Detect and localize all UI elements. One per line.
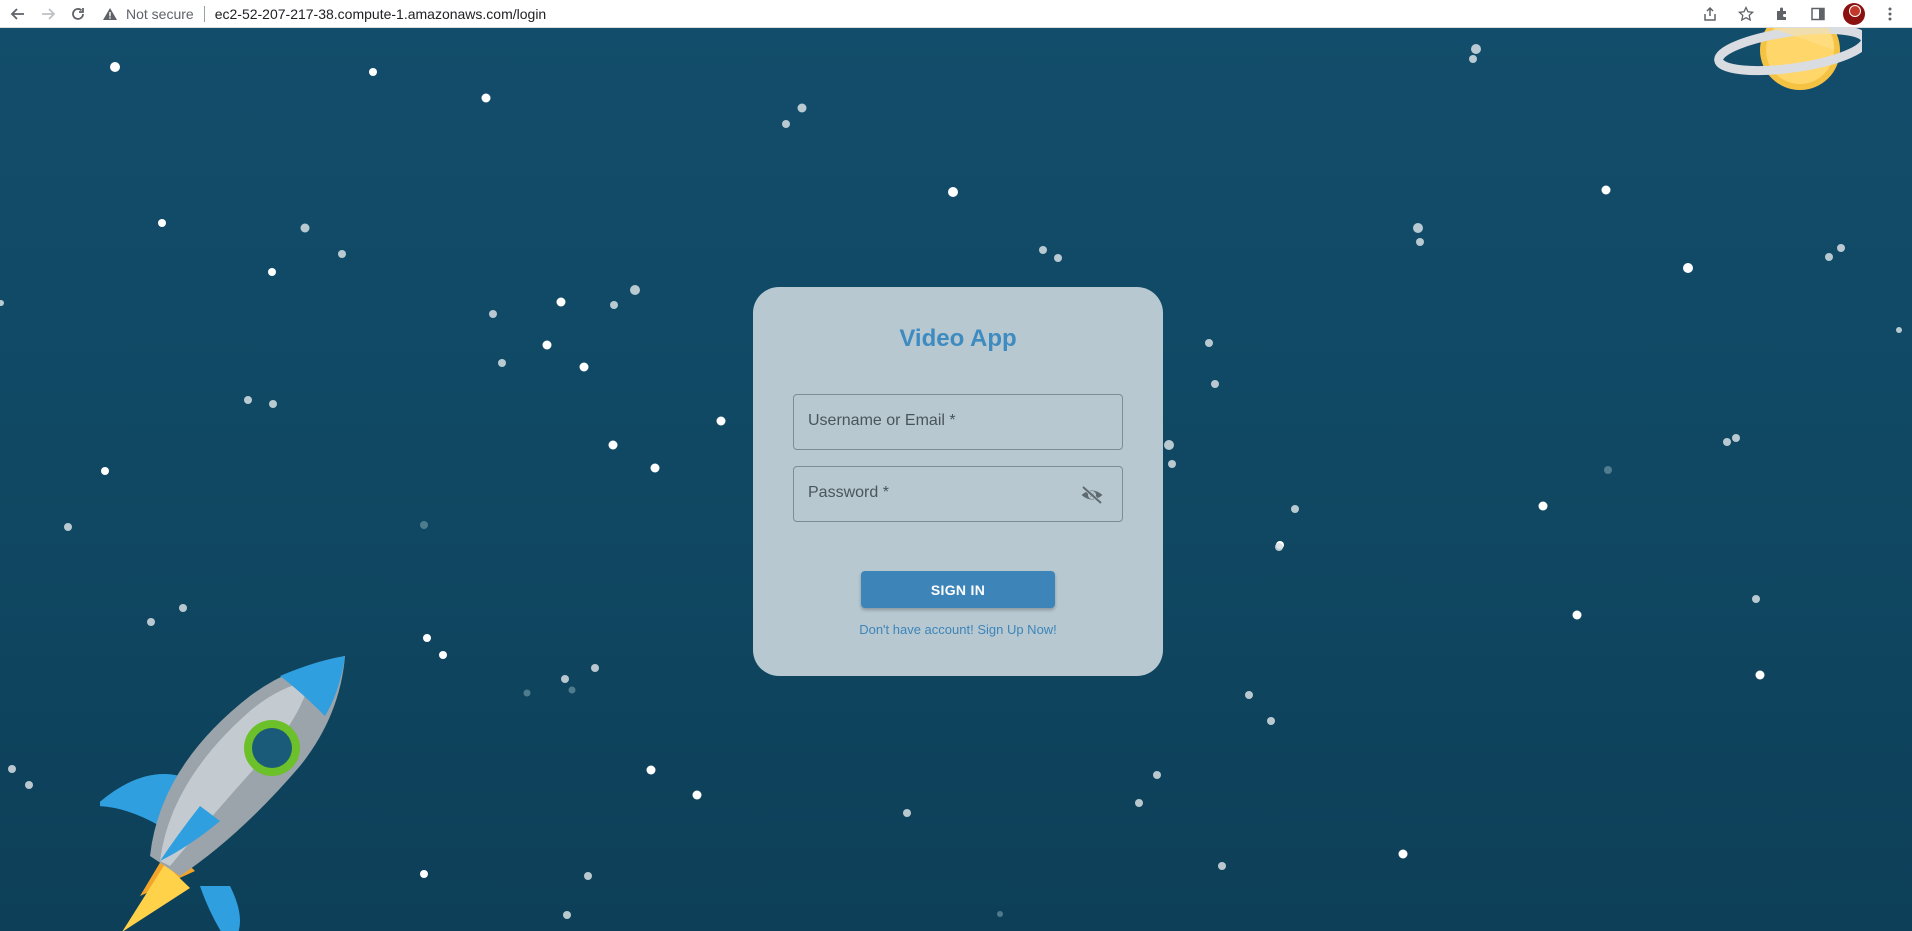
side-panel-icon bbox=[1811, 7, 1825, 21]
sign-in-button[interactable]: SIGN IN bbox=[861, 571, 1055, 608]
extensions-icon bbox=[1777, 7, 1786, 20]
back-icon bbox=[10, 7, 24, 20]
star-icon bbox=[1738, 6, 1754, 22]
address-separator bbox=[203, 5, 205, 22]
profile-button[interactable] bbox=[1842, 2, 1866, 26]
reload-button[interactable] bbox=[66, 2, 90, 26]
eye-off-icon[interactable] bbox=[1080, 483, 1104, 507]
url-text[interactable]: ec2-52-207-217-38.compute-1.amazonaws.co… bbox=[215, 6, 547, 22]
username-label: Username or Email * bbox=[808, 412, 956, 429]
password-label: Password * bbox=[808, 484, 889, 501]
password-field[interactable]: Password * bbox=[793, 466, 1123, 522]
app-title: Video App bbox=[899, 325, 1017, 352]
share-button[interactable] bbox=[1698, 2, 1722, 26]
side-panel-button[interactable] bbox=[1806, 2, 1830, 26]
security-status[interactable]: Not secure bbox=[126, 6, 194, 22]
menu-button[interactable] bbox=[1878, 2, 1902, 26]
back-button[interactable] bbox=[6, 2, 30, 26]
more-icon bbox=[1888, 7, 1892, 21]
warning-icon bbox=[102, 6, 118, 22]
forward-icon bbox=[42, 7, 56, 20]
forward-button[interactable] bbox=[36, 2, 60, 26]
extensions-button[interactable] bbox=[1770, 2, 1794, 26]
username-field[interactable]: Username or Email * bbox=[793, 394, 1123, 450]
reload-icon bbox=[72, 7, 84, 20]
browser-actions bbox=[1686, 2, 1902, 26]
rocket-icon bbox=[100, 656, 345, 931]
bookmark-button[interactable] bbox=[1734, 2, 1758, 26]
login-card: Video App Username or Email * Password *… bbox=[753, 287, 1163, 676]
sign-up-link[interactable]: Don't have account! Sign Up Now! bbox=[753, 622, 1163, 637]
planet-icon bbox=[1714, 28, 1862, 90]
profile-avatar bbox=[1843, 3, 1865, 25]
share-icon bbox=[1704, 6, 1716, 21]
page-background: Video App Username or Email * Password *… bbox=[0, 28, 1912, 931]
address-bar[interactable]: Not secure ec2-52-207-217-38.compute-1.a… bbox=[102, 3, 546, 25]
browser-toolbar: Not secure ec2-52-207-217-38.compute-1.a… bbox=[0, 0, 1912, 28]
profile-badge bbox=[1849, 5, 1861, 17]
